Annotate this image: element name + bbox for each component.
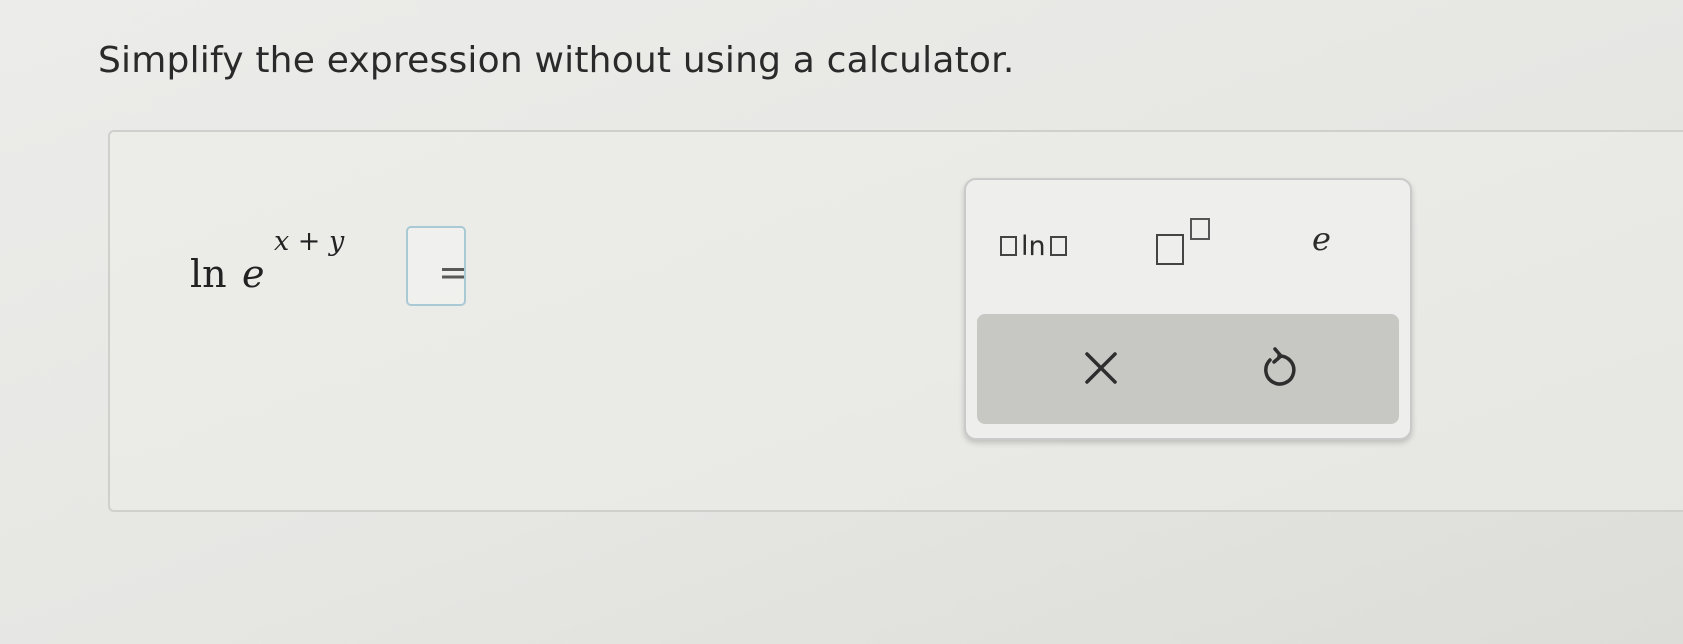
log-placeholder-left-icon bbox=[1000, 236, 1017, 256]
power-template-button[interactable] bbox=[1156, 218, 1226, 268]
log-template-label: ln bbox=[1021, 230, 1046, 262]
ln-function-label: ln bbox=[190, 252, 227, 296]
power-base-placeholder-icon bbox=[1156, 234, 1184, 265]
math-palette: ln e bbox=[964, 178, 1412, 440]
log-placeholder-right-icon bbox=[1049, 236, 1067, 256]
log-template-button[interactable]: ln bbox=[1000, 228, 1100, 264]
power-exponent-placeholder-icon bbox=[1190, 218, 1210, 240]
undo-icon bbox=[1264, 347, 1296, 386]
expression-base: e bbox=[242, 252, 265, 296]
clear-button[interactable] bbox=[1071, 338, 1131, 398]
answer-input-box[interactable] bbox=[406, 226, 466, 306]
undo-button[interactable] bbox=[1249, 338, 1309, 398]
palette-action-bar bbox=[977, 314, 1399, 424]
answer-panel: ln e x + y = bbox=[108, 130, 1683, 512]
e-constant-button[interactable]: e bbox=[1312, 220, 1352, 260]
question-title: Simplify the expression without using a … bbox=[98, 40, 1015, 81]
expression-exponent: x + y bbox=[274, 226, 345, 257]
close-icon bbox=[1085, 352, 1117, 384]
